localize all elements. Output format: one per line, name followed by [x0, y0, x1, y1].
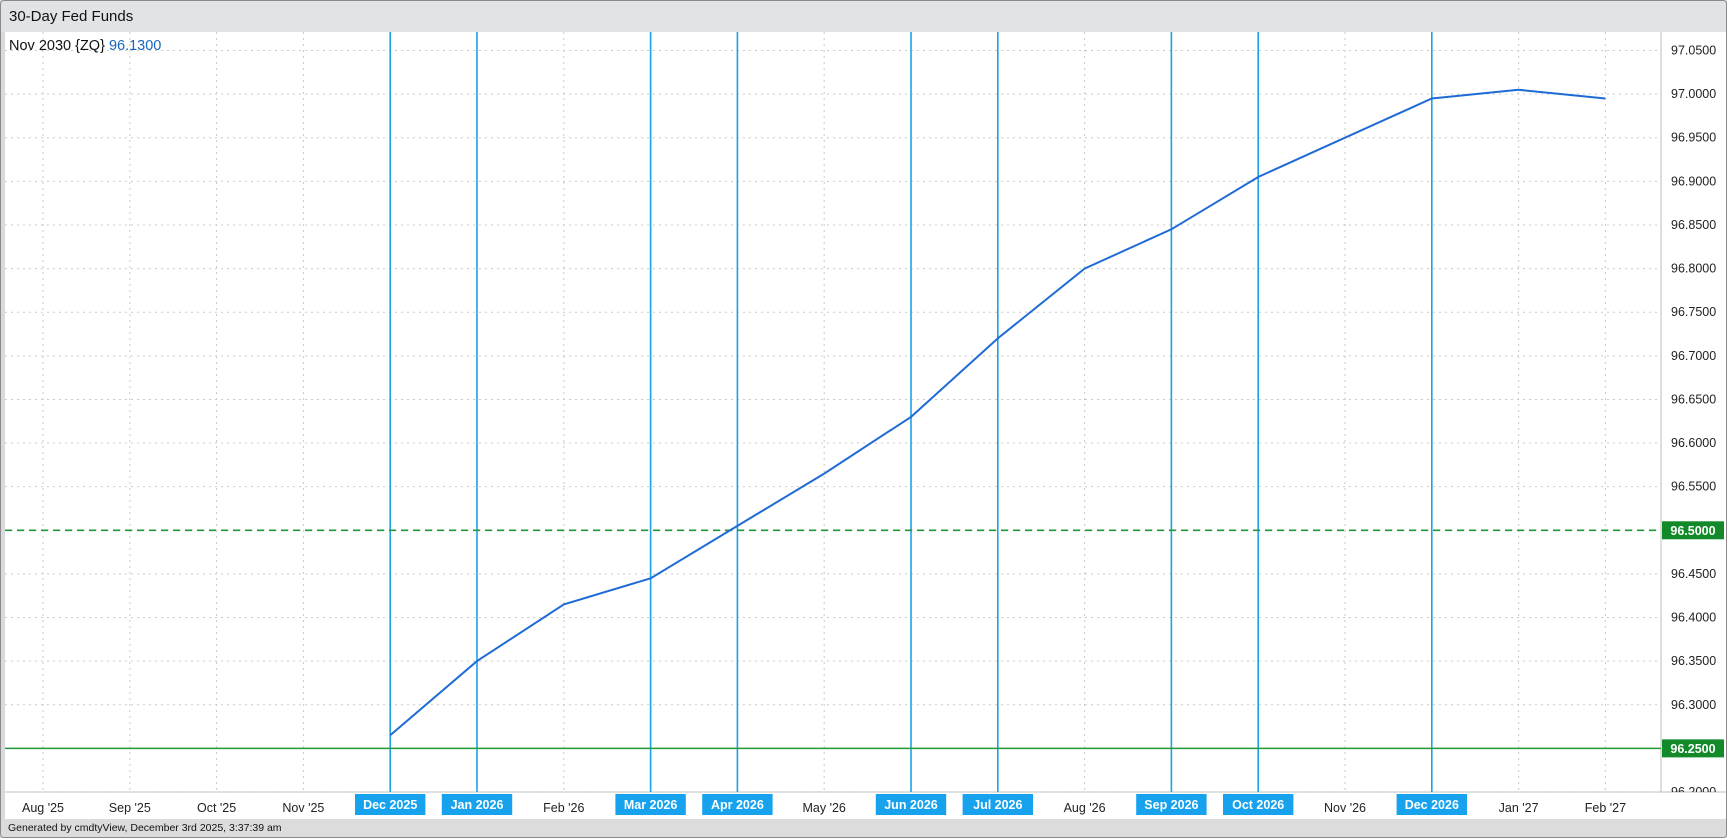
- y-tick-label: 96.9500: [1671, 131, 1716, 145]
- x-tick-label: Feb '27: [1585, 801, 1626, 815]
- x-tick-label: Oct 2026: [1232, 798, 1284, 812]
- y-tick-label: 97.0500: [1671, 44, 1716, 58]
- x-tick-label: Nov '25: [282, 801, 324, 815]
- chart-window: 30-Day Fed Funds 97.0500 97.0000 96.9500 96…: [0, 0, 1727, 838]
- y-tick-label: 96.7000: [1671, 349, 1716, 363]
- legend-value: 96.1300: [109, 38, 161, 54]
- y-tick-label: 96.9000: [1671, 174, 1716, 188]
- legend: Nov 2030 {ZQ} 96.1300: [9, 38, 161, 54]
- y-axis-area: [1661, 32, 1726, 792]
- plot-area: [5, 32, 1661, 792]
- x-tick-label: Oct '25: [197, 801, 236, 815]
- x-tick-label: Jun 2026: [884, 798, 938, 812]
- y-tick-label: 97.0000: [1671, 87, 1716, 101]
- x-tick-label: Apr 2026: [711, 798, 764, 812]
- x-tick-label: Nov '26: [1324, 801, 1366, 815]
- y-tick-label: 96.6500: [1671, 392, 1716, 406]
- y-tick-label: 96.3500: [1671, 654, 1716, 668]
- x-tick-label: Mar 2026: [624, 798, 678, 812]
- x-tick-label: Jan '27: [1499, 801, 1539, 815]
- footer-text: Generated by cmdtyView, December 3rd 202…: [8, 822, 282, 834]
- chart[interactable]: 97.0500 97.0000 96.9500 96.9000 96.8500 96.80…: [1, 32, 1726, 819]
- x-axis-area: [5, 792, 1726, 819]
- y-tick-label: 96.4500: [1671, 567, 1716, 581]
- y-tick-label: 96.3000: [1671, 698, 1716, 712]
- x-tick-label: Sep '25: [109, 801, 151, 815]
- level-label: 96.2500: [1670, 742, 1715, 756]
- x-tick-label: Dec 2026: [1405, 798, 1459, 812]
- x-tick-label: Sep 2026: [1144, 798, 1198, 812]
- x-tick-label: Aug '25: [22, 801, 64, 815]
- x-tick-label: Aug '26: [1064, 801, 1106, 815]
- y-tick-label: 96.6000: [1671, 436, 1716, 450]
- level-label: 96.5000: [1670, 524, 1715, 538]
- y-tick-label: 96.8000: [1671, 262, 1716, 276]
- x-tick-label: Jan 2026: [451, 798, 504, 812]
- x-tick-label: Jul 2026: [973, 798, 1022, 812]
- y-tick-label: 96.4000: [1671, 611, 1716, 625]
- x-tick-label: Feb '26: [543, 801, 584, 815]
- legend-symbol: Nov 2030 {ZQ}: [9, 38, 109, 54]
- x-tick-label: Dec 2025: [363, 798, 417, 812]
- x-tick-label: May '26: [803, 801, 846, 815]
- y-tick-label: 96.5500: [1671, 480, 1716, 494]
- title-bar: 30-Day Fed Funds: [1, 1, 1726, 32]
- footer: Generated by cmdtyView, December 3rd 202…: [1, 819, 1726, 837]
- y-tick-label: 96.7500: [1671, 305, 1716, 319]
- y-tick-label: 96.8500: [1671, 218, 1716, 232]
- window-title: 30-Day Fed Funds: [9, 8, 134, 25]
